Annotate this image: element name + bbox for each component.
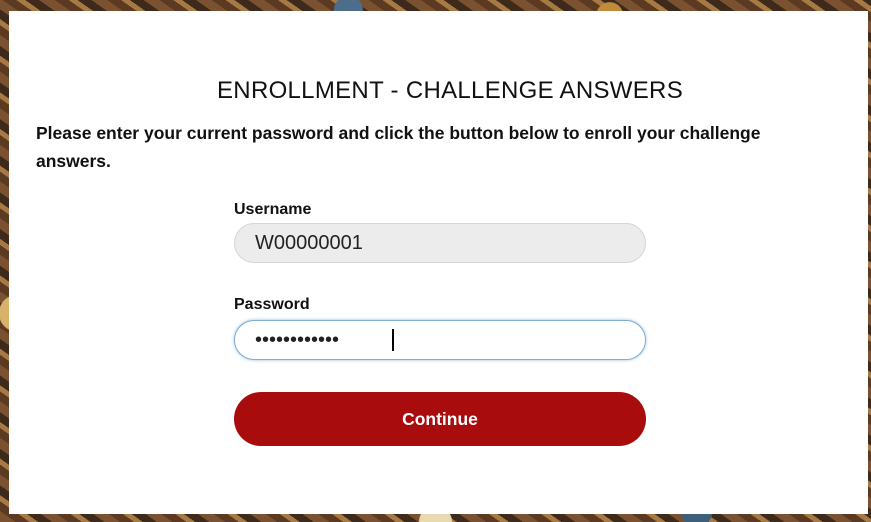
username-field[interactable] [234, 223, 646, 263]
password-label: Password [234, 296, 310, 313]
intro-text: Please enter your current password and c… [36, 123, 761, 171]
password-field[interactable] [234, 320, 646, 360]
page-title: ENROLLMENT - CHALLENGE ANSWERS [217, 77, 683, 104]
enrollment-card: ENROLLMENT - CHALLENGE ANSWERS Please en… [9, 11, 868, 514]
text-caret [392, 329, 394, 351]
username-label: Username [234, 201, 312, 218]
continue-button[interactable]: Continue [234, 392, 646, 446]
